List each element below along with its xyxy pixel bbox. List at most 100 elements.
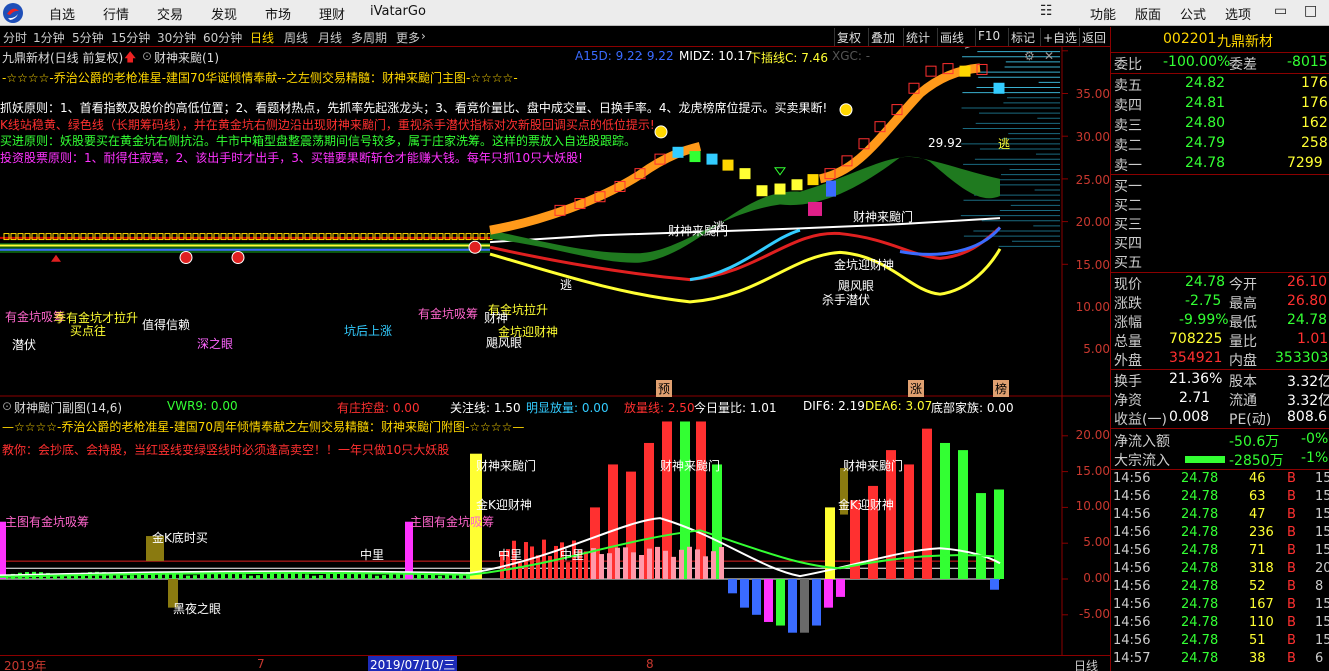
tool-button[interactable]: +自选 [1040, 28, 1079, 46]
sub-teach: 教你：会抄底、会持股，当红竖线变绿竖线时必须逢高卖空！！一年只做10只大妖股 [2, 443, 450, 457]
sub-indicator-chart[interactable] [0, 397, 1110, 655]
volume-bar-light [591, 548, 596, 579]
tick-side: B [1287, 507, 1296, 522]
minimize-icon[interactable]: ▭ [1274, 3, 1287, 19]
volume-bar [958, 450, 968, 579]
signal-dot [179, 250, 193, 264]
ma-line-white [489, 217, 1001, 244]
indicator-toggle-icon[interactable]: ⊙ [142, 49, 152, 63]
period-tab[interactable]: 周线 [284, 29, 308, 46]
period-tab[interactable]: 30分钟 [157, 29, 196, 46]
period-tab[interactable]: 多周期 [351, 29, 387, 46]
chart-label: 29.92 [928, 136, 963, 150]
period-tab[interactable]: 60分钟 [203, 29, 242, 46]
sub-chart-title[interactable]: 财神颱门副图(14,6) [14, 399, 122, 416]
chevron-right-icon[interactable]: › [421, 29, 426, 43]
period-tab[interactable]: 5分钟 [72, 29, 104, 46]
volume-bar-light [607, 553, 612, 579]
close-icon[interactable]: ✕ [1044, 49, 1054, 63]
tick-row: 14:56 24.78 71 B 15 [1111, 543, 1329, 561]
volume-bar-light [711, 551, 716, 579]
stock-header: 002201 九鼎新材 [1111, 29, 1329, 51]
tick-n: 15 [1315, 543, 1329, 558]
tool-button[interactable]: 复权 [834, 28, 863, 46]
volume-bar-light [631, 552, 636, 579]
tool-button[interactable]: 叠加 [868, 28, 897, 46]
signal-dot [231, 250, 245, 264]
menu-item-watchlist[interactable]: 自选 [49, 4, 75, 23]
volume-bar-negative [812, 579, 821, 626]
ask-row[interactable]: 卖二 24.79 258 [1111, 135, 1329, 154]
main-indicator-name[interactable]: 财神来颱(1) [154, 49, 219, 66]
bid-row[interactable]: 买四 [1111, 233, 1329, 252]
tool-button[interactable]: 标记 [1008, 28, 1037, 46]
menu-item-functions[interactable]: 功能 [1090, 4, 1116, 23]
ask-row[interactable]: 卖五 24.82 176 [1111, 75, 1329, 94]
ask-row[interactable]: 卖三 24.80 162 [1111, 115, 1329, 134]
volume-bar-light [615, 547, 620, 579]
tick-n: 15 [1315, 507, 1329, 522]
menu-item-markets[interactable]: 市场 [265, 4, 291, 23]
order-ratio-row: 委比 -100.00% 委差 -8015 [1114, 54, 1328, 73]
tick-side: B [1287, 615, 1296, 630]
sub-value: 底部家族: 0.00 [931, 401, 1014, 415]
price-tick: 20.00 [1075, 215, 1110, 229]
bid-row[interactable]: 买五 [1111, 252, 1329, 271]
volume-bar-light [695, 549, 700, 579]
tool-button[interactable]: F10 [975, 28, 1002, 46]
tick-price: 24.78 [1181, 615, 1219, 630]
candle [706, 153, 718, 165]
period-tab[interactable]: 月线 [318, 29, 342, 46]
desc-line: K线站稳黄、绿色线（长期筹码线），并在黄金坑右侧边沿出现财神来颱门，重视杀手潜伏… [0, 118, 655, 132]
ask-row[interactable]: 卖四 24.81 176 [1111, 95, 1329, 114]
period-tab[interactable]: 分时 [3, 29, 27, 46]
indicator-toggle-icon[interactable]: ⊙ [2, 399, 12, 413]
tick-row: 14:56 24.78 46 B 15 [1111, 471, 1329, 489]
menu-item-finance[interactable]: 理财 [319, 4, 345, 23]
volume-bar-negative [800, 579, 809, 633]
tick-price: 24.78 [1181, 651, 1219, 666]
menu-item-discover[interactable]: 发现 [211, 4, 237, 23]
tick-side: B [1287, 471, 1296, 486]
period-tab-active[interactable]: 日线 [250, 29, 274, 46]
bid-row[interactable]: 买二 [1111, 195, 1329, 214]
volume-bar-light [719, 546, 724, 579]
tool-button[interactable]: 统计 [903, 28, 932, 46]
sub-bar [389, 573, 393, 579]
period-tab[interactable]: 15分钟 [111, 29, 150, 46]
date-label: 7 [257, 657, 265, 671]
tick-time: 14:56 [1113, 579, 1151, 594]
candle [756, 185, 768, 197]
bid-row[interactable]: 买一 [1111, 176, 1329, 195]
menu-item-trade[interactable]: 交易 [157, 4, 183, 23]
volume-bar-light [679, 549, 684, 579]
menu-item-market[interactable]: 行情 [103, 4, 129, 23]
maximize-icon[interactable]: □ [1304, 3, 1317, 19]
menu-item-options[interactable]: 选项 [1225, 4, 1251, 23]
tick-price: 24.78 [1181, 507, 1219, 522]
menu-item-ivatargo[interactable]: iVatarGo [370, 4, 426, 19]
period-tab-more[interactable]: 更多 [396, 29, 420, 46]
menu-item-formula[interactable]: 公式 [1180, 4, 1206, 23]
sub-value: 关注线: 1.50 [450, 401, 521, 415]
volume-bar-light [655, 546, 660, 579]
tick-n: 8 [1315, 579, 1324, 594]
tool-button[interactable]: 返回 [1079, 28, 1108, 46]
settings-icon[interactable]: ⚙ [1024, 49, 1035, 63]
tool-button[interactable]: 画线 [937, 28, 966, 46]
period-corner-label[interactable]: 日线 [1074, 657, 1098, 671]
sub-tick: -5.00 [1078, 607, 1110, 621]
sub-banner: —☆☆☆☆-乔治公爵的老枪准星-建国70周年倾情奉献之左侧交易精髓：财神来颱门附… [2, 420, 525, 434]
period-tab[interactable]: 1分钟 [33, 29, 65, 46]
chart-label: 预 [656, 380, 673, 397]
tick-time: 14:56 [1113, 633, 1151, 648]
menu-grid-icon[interactable]: ☷ [1040, 3, 1053, 19]
sub-bar [179, 574, 183, 579]
tick-price: 24.78 [1181, 525, 1219, 540]
menu-item-layout[interactable]: 版面 [1135, 4, 1161, 23]
ask-row[interactable]: 卖一 24.78 7299 [1111, 155, 1329, 174]
desc-line: 买进原则：妖股要买在黄金坑右侧抗沿。牛市中箱型盘整震荡期间信号较多，属于庄家洗筹… [0, 134, 637, 148]
menu-bar: 自选 行情 交易 发现 市场 理财 iVatarGo ☷ 功能 版面 公式 选项… [0, 0, 1329, 26]
desc-line: 抓妖原则：1、首看指数及股价的高低位置；2、看题材热点，先抓率先起涨龙头；3、看… [0, 101, 828, 115]
bid-row[interactable]: 买三 [1111, 214, 1329, 233]
